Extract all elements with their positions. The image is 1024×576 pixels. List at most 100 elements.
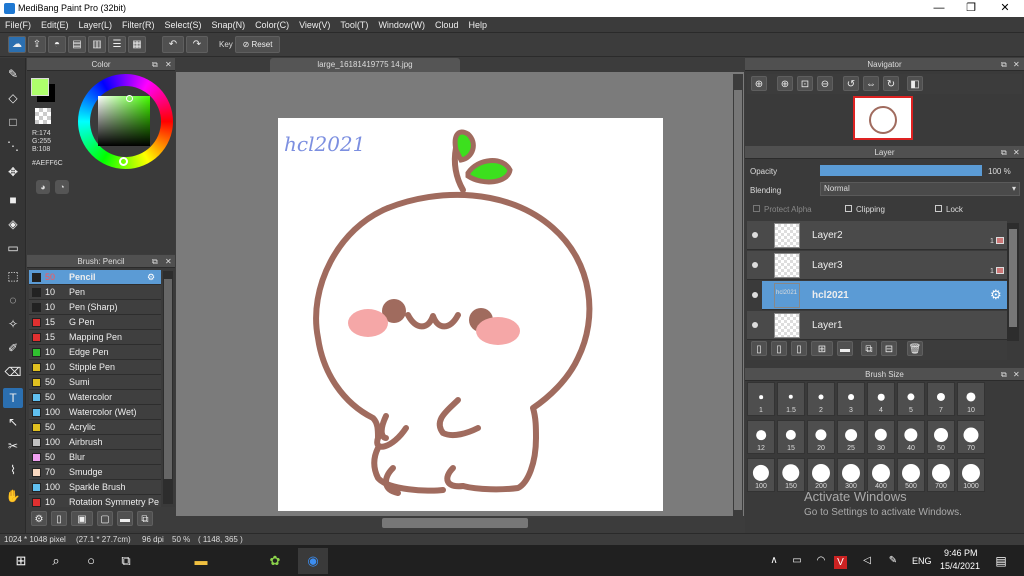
lock-checkbox[interactable] <box>935 205 942 212</box>
dot-tool-icon[interactable]: ⋱ <box>3 136 23 156</box>
brush-item[interactable]: 50 Blur <box>29 450 161 465</box>
visibility-icon[interactable] <box>752 322 758 328</box>
redo-icon[interactable]: ↷ <box>186 36 208 53</box>
undock-icon[interactable]: ⧉ <box>1001 368 1007 381</box>
eraser-tool-icon[interactable]: ◇ <box>3 88 23 108</box>
restore-button[interactable]: ❐ <box>954 0 988 17</box>
opacity-slider[interactable] <box>820 165 982 176</box>
text-tool-icon[interactable]: T <box>3 388 23 408</box>
hue-ring[interactable] <box>78 74 173 169</box>
brush-settings-icon[interactable]: ▣ <box>71 511 93 526</box>
layer-row[interactable]: Layer2 1 <box>747 221 1007 250</box>
brush-size-option[interactable]: 30 <box>867 420 895 454</box>
mirror-icon[interactable]: ◧ <box>907 76 923 91</box>
zoom-out-icon[interactable]: ⊖ <box>817 76 833 91</box>
drawing-canvas[interactable]: hcl2021 <box>278 118 663 511</box>
brush-size-option[interactable]: 15 <box>777 420 805 454</box>
brush-item[interactable]: 70 Smudge <box>29 465 161 480</box>
visibility-icon[interactable] <box>752 232 758 238</box>
brush-item[interactable]: 10 Edge Pen <box>29 345 161 360</box>
menu-view[interactable]: View(V) <box>294 17 335 33</box>
add-layer-menu-icon[interactable]: ⊞ <box>811 341 833 356</box>
zoom-in-icon[interactable]: ⊕ <box>777 76 793 91</box>
bucket-tool-icon[interactable]: ◈ <box>3 214 23 234</box>
brush-item[interactable]: 100 Watercolor (Wet) <box>29 405 161 420</box>
menu-filter[interactable]: Filter(R) <box>117 17 160 33</box>
wifi-icon[interactable]: ◠ <box>812 552 830 570</box>
add-brush-icon[interactable]: ⚙ <box>31 511 47 526</box>
undock-icon[interactable]: ⧉ <box>1001 146 1007 159</box>
menu-layer[interactable]: Layer(L) <box>74 17 118 33</box>
duplicate-layer-icon[interactable]: ⧉ <box>861 341 877 356</box>
menu-help[interactable]: Help <box>463 17 492 33</box>
new-halftone-layer-icon[interactable]: ▯ <box>771 341 787 356</box>
rotate-right-icon[interactable]: ↻ <box>883 76 899 91</box>
brush-size-option[interactable]: 50 <box>927 420 955 454</box>
brush-item[interactable]: 50 Pencil ⚙ <box>29 270 161 285</box>
visibility-icon[interactable] <box>752 292 758 298</box>
paint-app-icon[interactable]: ✿ <box>266 552 284 570</box>
rotate-left-icon[interactable]: ↺ <box>843 76 859 91</box>
foreground-color-swatch[interactable] <box>31 78 49 96</box>
brush-item[interactable]: 100 Sparkle Brush <box>29 480 161 495</box>
new-8bit-layer-icon[interactable]: ▯ <box>791 341 807 356</box>
brush-size-option[interactable]: 100 <box>747 458 775 492</box>
share-icon[interactable]: ⇪ <box>28 36 46 53</box>
cortana-icon[interactable]: ○ <box>82 552 100 570</box>
file-explorer-icon[interactable]: ▬ <box>192 552 210 570</box>
brush-size-option[interactable]: 150 <box>777 458 805 492</box>
grid-icon[interactable]: ▦ <box>128 36 146 53</box>
brush-size-option[interactable]: 500 <box>897 458 925 492</box>
pen-icon[interactable]: ✎ <box>884 552 902 570</box>
flip-icon[interactable]: ⇔ <box>863 76 879 91</box>
saturation-square[interactable] <box>98 96 150 146</box>
menu-cloud[interactable]: Cloud <box>430 17 464 33</box>
layer-row[interactable]: Layer3 1 <box>747 251 1007 280</box>
brush-item[interactable]: 50 Sumi <box>29 375 161 390</box>
brush-size-option[interactable]: 40 <box>897 420 925 454</box>
brush-settings-gear-icon[interactable]: ⚙ <box>147 270 155 285</box>
brush-tool-icon[interactable]: ✎ <box>3 64 23 84</box>
list-icon[interactable]: ☰ <box>108 36 126 53</box>
layer-row[interactable]: Layer1 <box>747 311 1007 340</box>
brush-size-option[interactable]: 300 <box>837 458 865 492</box>
brush-size-option[interactable]: 25 <box>837 420 865 454</box>
reset-button[interactable]: ⊘ Reset <box>235 36 280 53</box>
menu-color[interactable]: Color(C) <box>250 17 294 33</box>
rectangle-tool-icon[interactable]: □ <box>3 112 23 132</box>
brush-item[interactable]: 50 Watercolor <box>29 390 161 405</box>
new-layer-icon[interactable]: ▯ <box>751 341 767 356</box>
brush-size-option[interactable]: 400 <box>867 458 895 492</box>
brush-item[interactable]: 10 Pen <box>29 285 161 300</box>
page-icon[interactable]: ▥ <box>88 36 106 53</box>
cloud-icon[interactable]: ☁ <box>8 36 26 53</box>
vertical-scrollbar[interactable] <box>733 74 743 516</box>
close-icon[interactable]: ✕ <box>1013 368 1020 381</box>
undo-icon[interactable]: ↶ <box>162 36 184 53</box>
gradient-tool-icon[interactable]: ▭ <box>3 238 23 258</box>
close-icon[interactable]: ✕ <box>1013 58 1020 71</box>
brush-size-option[interactable]: 1 <box>747 382 775 416</box>
brush-item[interactable]: 15 G Pen <box>29 315 161 330</box>
clipping-checkbox[interactable] <box>845 205 852 212</box>
brush-size-option[interactable]: 1000 <box>957 458 985 492</box>
eyedropper-tool-icon[interactable]: ⌇ <box>3 460 23 480</box>
copy-brush-icon[interactable]: ▢ <box>97 511 113 526</box>
brush-item[interactable]: 10 Pen (Sharp) <box>29 300 161 315</box>
lasso-tool-icon[interactable]: ◌ <box>3 290 23 310</box>
brush-size-option[interactable]: 7 <box>927 382 955 416</box>
palette-cloud-icon[interactable]: ◔ <box>55 180 69 194</box>
fill-shape-tool-icon[interactable]: ■ <box>3 190 23 210</box>
hand-tool-icon[interactable]: ✋ <box>3 486 23 506</box>
blending-select[interactable]: Normal ▾ <box>820 182 1020 196</box>
fit-icon[interactable]: ⊡ <box>797 76 813 91</box>
brush-size-option[interactable]: 3 <box>837 382 865 416</box>
menu-snap[interactable]: Snap(N) <box>207 17 251 33</box>
brush-size-option[interactable]: 1.5 <box>777 382 805 416</box>
move-tool-icon[interactable]: ✥ <box>3 162 23 182</box>
layer-list-scrollbar[interactable] <box>1007 223 1019 341</box>
menu-window[interactable]: Window(W) <box>373 17 430 33</box>
duplicate-icon[interactable]: ⧉ <box>137 511 153 526</box>
brush-size-option[interactable]: 70 <box>957 420 985 454</box>
layer-row[interactable]: hcl2021 hcl2021 ⚙ <box>752 281 1007 310</box>
